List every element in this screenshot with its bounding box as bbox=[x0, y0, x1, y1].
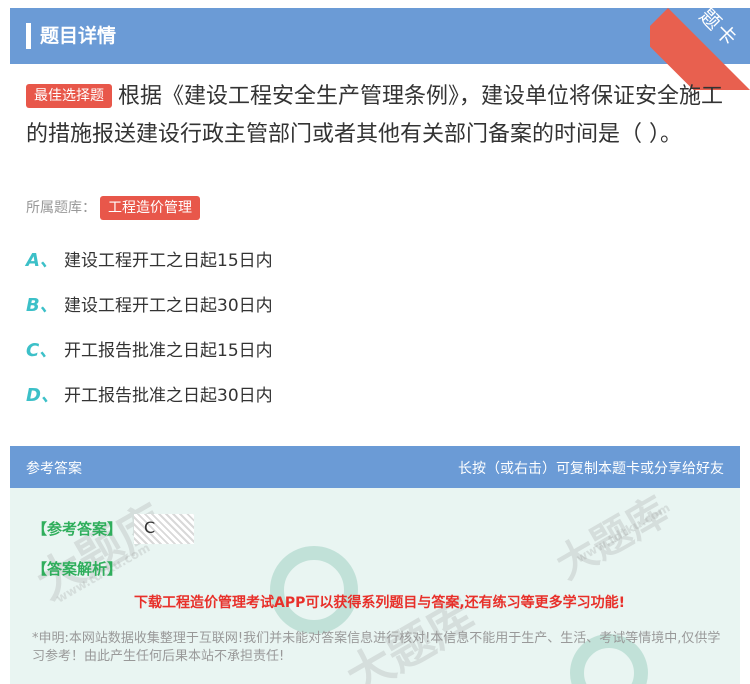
header-bar: 题目详情 bbox=[10, 8, 750, 64]
option-letter: D、 bbox=[26, 385, 59, 406]
option-text: 开工报告批准之日起30日内 bbox=[64, 386, 273, 406]
category-label: 所属题库： bbox=[26, 200, 96, 216]
category-badge[interactable]: 工程造价管理 bbox=[100, 196, 200, 220]
page-title: 题目详情 bbox=[40, 25, 117, 47]
question-text-block: 最佳选择题 根据《建设工程安全生产管理条例》，建设单位将保证安全施工的措施报送建设… bbox=[26, 78, 730, 154]
app-download-link[interactable]: 下载工程造价管理考试APP可以获得系列题目与答案,还有练习等更多学习功能! bbox=[134, 592, 625, 612]
question-text: 根据《建设工程安全生产管理条例》，建设单位将保证安全施工的措施报送建设行政主管部… bbox=[26, 84, 724, 147]
watermark-logo-icon bbox=[270, 546, 358, 634]
analysis-label: 【答案解析】 bbox=[32, 560, 123, 578]
option-letter: A、 bbox=[26, 250, 58, 271]
answer-label: 【参考答案】 bbox=[32, 520, 123, 538]
option-a[interactable]: A、 建设工程开工之日起15日内 bbox=[26, 246, 273, 291]
answer-value: C bbox=[144, 518, 156, 537]
header-accent bbox=[26, 23, 31, 49]
answer-section-title: 参考答案 bbox=[26, 461, 82, 477]
answer-panel: 大题库 大题库 大题库 www.tdtku.com www.tdtku.com … bbox=[10, 446, 740, 684]
question-type-badge: 最佳选择题 bbox=[26, 84, 112, 108]
option-d[interactable]: D、 开工报告批准之日起30日内 bbox=[26, 381, 273, 426]
option-c[interactable]: C、 开工报告批准之日起15日内 bbox=[26, 336, 273, 381]
disclaimer-text: *申明:本网站数据收集整理于互联网!我们并未能对答案信息进行核对!本信息不能用于… bbox=[32, 631, 721, 664]
option-text: 建设工程开工之日起15日内 bbox=[64, 251, 273, 271]
option-b[interactable]: B、 建设工程开工之日起30日内 bbox=[26, 291, 273, 336]
question-body: 最佳选择题 根据《建设工程安全生产管理条例》，建设单位将保证安全施工的措施报送建设… bbox=[26, 78, 730, 154]
option-letter: B、 bbox=[26, 295, 58, 316]
share-hint: 长按（或右击）可复制本题卡或分享给好友 bbox=[458, 461, 724, 477]
option-text: 建设工程开工之日起30日内 bbox=[64, 296, 273, 316]
category-row: 所属题库： 工程造价管理 bbox=[26, 196, 206, 220]
option-text: 开工报告批准之日起15日内 bbox=[64, 341, 273, 361]
answer-header: 参考答案 长按（或右击）可复制本题卡或分享给好友 bbox=[10, 446, 740, 488]
answer-value-box: C bbox=[134, 514, 194, 544]
option-letter: C、 bbox=[26, 340, 58, 361]
corner-ribbon: 题卡 bbox=[650, 0, 750, 90]
options-list: A、 建设工程开工之日起15日内 B、 建设工程开工之日起30日内 C、 开工报… bbox=[26, 246, 273, 426]
